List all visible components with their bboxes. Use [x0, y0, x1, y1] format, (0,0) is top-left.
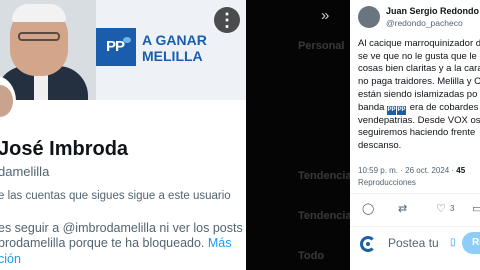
tweet-panel: Juan Sergio Redondo Pa @redondo_pacheco … [350, 0, 480, 270]
view-count: 45 [456, 166, 466, 175]
profile-name: José Imbroda [0, 138, 129, 160]
banner-slogan: A GANAR MELILLA [142, 32, 207, 64]
profile-banner: PP A GANAR MELILLA ⋮ [0, 0, 246, 100]
media-icon[interactable]: ▯ [450, 237, 456, 248]
more-info-link[interactable]: Más [208, 236, 232, 250]
reply-icon[interactable]: ◯ [362, 202, 374, 215]
tweet-author-name[interactable]: Juan Sergio Redondo Pa [386, 6, 480, 16]
reply-input[interactable]: Postea tu [388, 236, 439, 250]
bookmark-icon[interactable]: ▭ [472, 202, 480, 215]
blocked-notice-line1: es seguir a @imbrodamelilla ni ver los p… [0, 221, 243, 235]
like-count: 3 [450, 204, 455, 213]
banner-photo [0, 0, 96, 100]
tweet-body: Al cacique marroquinizador d se ve que n… [358, 38, 480, 151]
reply-button[interactable]: Re [462, 232, 480, 254]
pp-emoji-icon: PP [397, 105, 407, 115]
divider [350, 193, 480, 194]
tweet-author-handle[interactable]: @redondo_pacheco [386, 18, 463, 28]
pp-emoji-icon: PP [387, 105, 397, 115]
more-info-link-cont[interactable]: ción [0, 252, 21, 266]
tweet-timestamp[interactable]: 10:59 p. m. · 26 oct. 2024 · 45 [358, 166, 465, 175]
retweet-icon[interactable]: ⇄ [398, 202, 407, 215]
divider [350, 226, 480, 227]
sidebar-item: Todo [298, 250, 325, 262]
views-label: Reproducciones [358, 178, 416, 187]
followers-you-know: e las cuentas que sigues sigue a este us… [0, 190, 231, 202]
sidebar-item: Tendencias [298, 170, 350, 182]
party-logo: PP [96, 28, 136, 66]
like-icon[interactable]: ♡ [436, 202, 446, 215]
more-options-button[interactable]: ⋮ [214, 7, 240, 33]
sidebar-item: Tendencia [298, 210, 350, 222]
avatar[interactable] [358, 6, 380, 28]
profile-handle: damelilla [0, 164, 50, 179]
collapse-chevron-icon[interactable]: » [321, 7, 329, 24]
blocked-notice-line2: brodamelilla porque te ha bloqueado. Más [0, 236, 232, 250]
sidebar-panel: » Personal Tendencias Tendencia Todo [246, 0, 350, 270]
tweet-actions: ◯ ⇄ ♡ 3 ▭ [350, 202, 480, 218]
profile-panel: PP A GANAR MELILLA ⋮ José Imbroda dameli… [0, 0, 246, 270]
sidebar-item: Personal [298, 40, 345, 52]
